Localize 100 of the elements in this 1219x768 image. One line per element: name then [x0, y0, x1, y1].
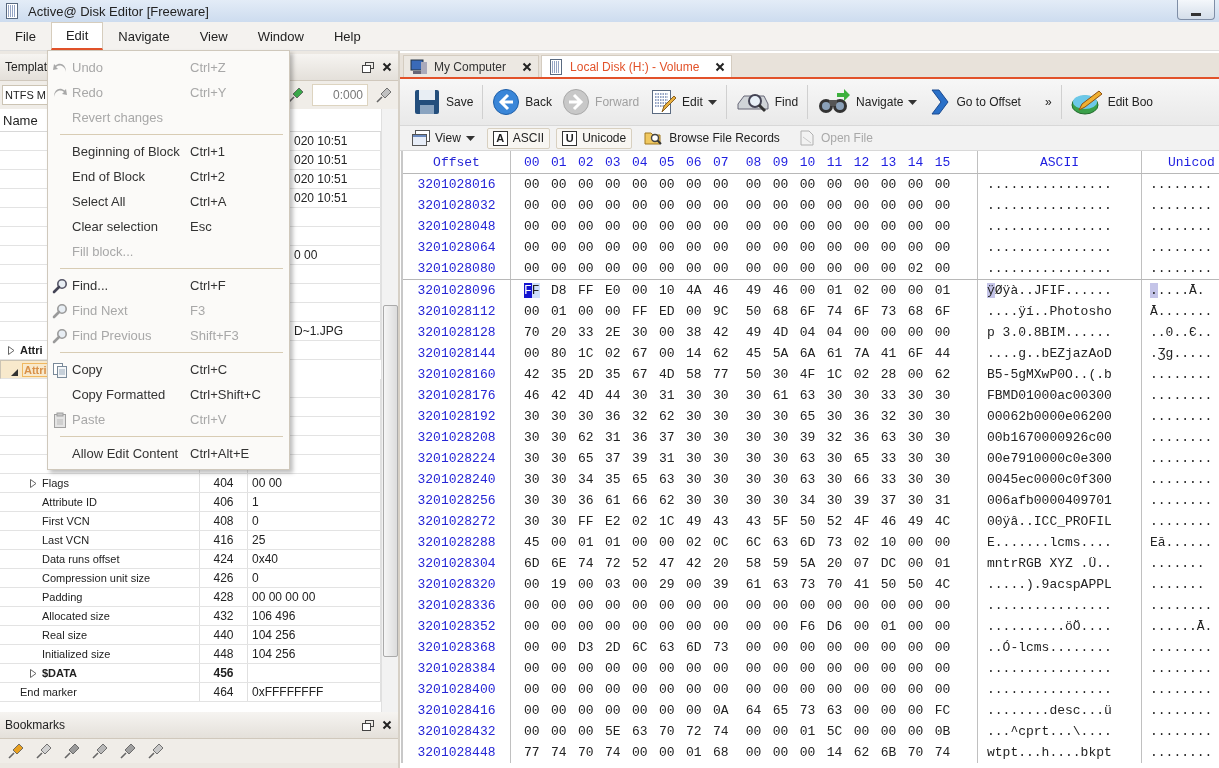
menu-bar-item[interactable]: File [0, 22, 51, 50]
hex-bytes: 30 30 65 37 39 31 30 30 [524, 451, 729, 466]
table-cell: 25 [252, 533, 266, 547]
tree-item-label[interactable]: First VCN [42, 515, 90, 527]
hex-bytes: 42 35 2D 35 67 4D 58 77 [524, 367, 729, 382]
ascii-text: 00062b0000e06200 [987, 409, 1112, 424]
hex-bytes: 00 00 F6 D6 00 01 00 00 [745, 619, 951, 634]
column-header: ASCII [1040, 154, 1079, 170]
menu-bar-item[interactable]: Help [318, 22, 376, 50]
menu-item[interactable]: Find... Ctrl+F [48, 273, 289, 298]
toolbar-button[interactable]: Back [487, 82, 558, 122]
offset-label: 3201028304 [417, 556, 496, 571]
offset-label: 3201028064 [417, 240, 496, 255]
tree-item-label[interactable]: Attri [20, 344, 43, 356]
table-cell: 0xFFFFFFFF [252, 685, 324, 699]
overflow-button[interactable]: » [1039, 82, 1057, 122]
toolbar-button[interactable]: Browse File Records [638, 127, 786, 149]
column-header: Offset [433, 154, 480, 170]
ascii-text: ................ [987, 261, 1112, 276]
hex-bytes: 46 42 4D 44 30 31 30 30 [524, 388, 729, 403]
ascii-text: ..........öÖ.... [987, 619, 1112, 634]
ascii-text: ................ [987, 598, 1112, 613]
menu-item[interactable]: Allow Edit Content Ctrl+Alt+E [48, 441, 289, 466]
tree-item-label[interactable]: Padding [42, 591, 83, 603]
ascii-text: 00e7910000c0e300 [987, 451, 1112, 466]
hex-bytes: 00 00 00 00 00 00 00 0A [524, 703, 729, 718]
menu-item[interactable]: Clear selection Esc [48, 214, 289, 239]
offset-label: 3201028368 [417, 640, 496, 655]
tree-item-label[interactable]: Flags [42, 477, 69, 489]
unicode-text: ........ [1150, 703, 1213, 718]
toolbar-button[interactable]: Save [408, 82, 479, 122]
ascii-text: wtpt...h....bkpt [987, 745, 1112, 760]
tree-item-label[interactable]: Data runs offset [42, 553, 120, 565]
menu-bar-item[interactable]: Edit [50, 22, 104, 50]
offset-label: 3201028336 [417, 598, 496, 613]
tree-item-label[interactable]: End marker [20, 686, 77, 698]
offset-label: 3201028272 [417, 514, 496, 529]
toolbar-button[interactable]: Edit Boo [1065, 82, 1158, 122]
unicode-text: ........ [1150, 682, 1213, 697]
table-cell: 0 00 [294, 248, 318, 262]
menu-item[interactable]: Beginning of Block Ctrl+1 [48, 139, 289, 164]
menu-item[interactable]: Copy Ctrl+C [48, 357, 289, 382]
tree-item-label[interactable]: Initialized size [42, 648, 111, 660]
table-cell: 0x40 [252, 552, 279, 566]
menu-item[interactable]: Copy Formatted Ctrl+Shift+C [48, 382, 289, 407]
toggle-button[interactable]: U Unicode [556, 127, 633, 149]
toolbar-button[interactable]: Edit [644, 82, 722, 122]
menu-item[interactable]: End of Block Ctrl+2 [48, 164, 289, 189]
hex-bytes: 49 46 00 01 02 00 00 01 [745, 283, 951, 298]
offset-label: 3201028160 [417, 367, 496, 382]
hex-bytes: 00 00 00 00 00 00 00 00 [524, 177, 729, 192]
offset-label: 3201028416 [417, 703, 496, 718]
hex-bytes: 00 00 00 00 00 00 00 00 [745, 240, 951, 255]
table-cell: 464 [213, 685, 234, 699]
menu-bar-item[interactable]: Navigate [103, 22, 185, 50]
column-header[interactable]: Name [3, 112, 38, 128]
unicode-text: ....... [1150, 577, 1205, 592]
table-cell: 416 [213, 533, 234, 547]
ascii-text: ................ [987, 240, 1112, 255]
toolbar-button[interactable]: Navigate [812, 82, 923, 122]
offset-label: 3201028432 [417, 724, 496, 739]
hex-bytes: 70 20 33 2E 30 00 38 42 [524, 325, 729, 340]
table-cell: 424 [213, 552, 234, 566]
unicode-text: ........ [1150, 367, 1213, 382]
menu-bar-item[interactable]: View [184, 22, 243, 50]
offset-label: 3201028176 [417, 388, 496, 403]
offset-label: 3201028144 [417, 346, 496, 361]
hex-bytes: 30 30 65 30 36 32 30 30 [745, 409, 951, 424]
toggle-button[interactable]: A ASCII [486, 127, 551, 149]
toolbar-button[interactable]: Go to Offset [922, 82, 1026, 122]
hex-bytes: 30 30 62 31 36 37 30 30 [524, 430, 729, 445]
toolbar-button[interactable]: Find [730, 82, 804, 122]
view-dropdown[interactable]: View [406, 127, 481, 149]
tab[interactable]: My Computer [403, 55, 540, 77]
ascii-text: 006afb0000409701 [987, 493, 1112, 508]
table-cell: 020 10:51 [294, 191, 348, 205]
table-cell: 432 [213, 609, 234, 623]
hex-bytes: 77 74 70 74 00 00 01 68 [524, 745, 729, 760]
offset-field[interactable]: 0:000 [312, 84, 368, 106]
tree-item-label[interactable]: Compression unit size [42, 572, 151, 584]
window-title: Active@ Disk Editor [Freeware] [28, 3, 209, 19]
offset-label: 3201028208 [417, 430, 496, 445]
panel-title: Templat [5, 60, 48, 74]
ascii-text: 0045ec0000c0f300 [987, 472, 1112, 487]
tree-item-label[interactable]: Attribute ID [42, 496, 98, 508]
tree-item-label[interactable]: Allocated size [42, 610, 110, 622]
tree-item-label[interactable]: Last VCN [42, 534, 90, 546]
hex-bytes: 00 00 00 14 62 6B 70 74 [745, 745, 951, 760]
hex-bytes: 30 30 34 35 65 63 30 30 [524, 472, 729, 487]
hex-bytes: 00 00 D3 2D 6C 63 6D 73 [524, 640, 729, 655]
menu-bar-item[interactable]: Window [242, 22, 319, 50]
hex-bytes: 00 00 00 00 00 00 00 00 [524, 240, 729, 255]
tab[interactable]: Local Disk (H:) - Volume [541, 55, 733, 77]
offset-label: 3201028112 [417, 304, 496, 319]
table-cell: 408 [213, 514, 234, 528]
ascii-text: FBMD01000ac00300 [987, 388, 1112, 403]
tree-item-label[interactable]: Real size [42, 629, 88, 641]
hex-bytes: 30 30 30 36 32 62 30 30 [524, 409, 729, 424]
menu-item[interactable]: Select All Ctrl+A [48, 189, 289, 214]
tree-item-label[interactable]: $DATA [42, 667, 78, 679]
